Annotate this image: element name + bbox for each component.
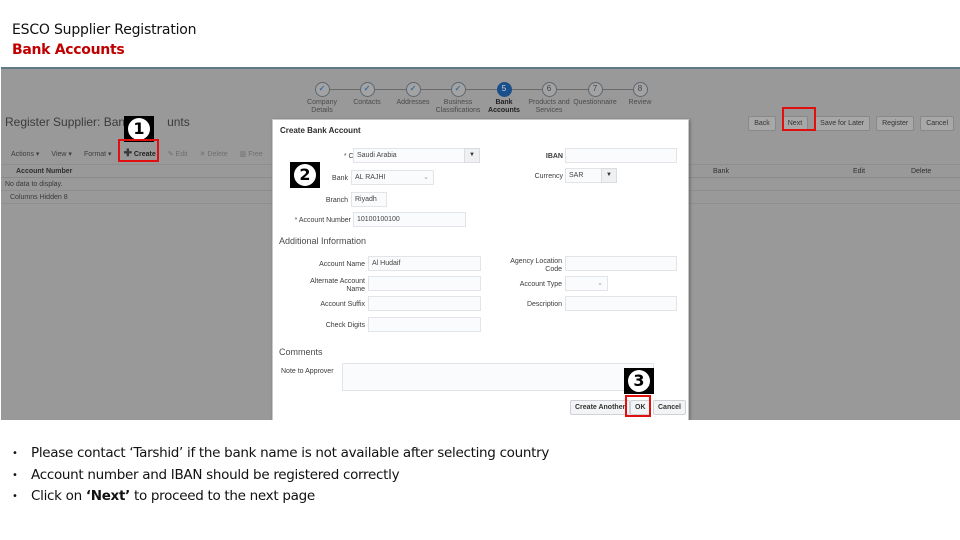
freeze-icon: ▥ — [239, 150, 247, 158]
cancel-button[interactable]: Cancel — [920, 116, 954, 131]
alternate-account-name-input[interactable] — [368, 276, 481, 291]
comments-heading: Comments — [279, 347, 323, 357]
progress-train: ✓ Company Details ✓ Contacts ✓ Addresses… — [301, 75, 661, 117]
step-label: Bank Accounts — [488, 99, 520, 114]
col-bank[interactable]: Bank — [713, 168, 729, 175]
step-label: Questionnaire — [573, 99, 617, 106]
dialog-title: Create Bank Account — [280, 126, 361, 135]
callout-3: 3 — [624, 368, 654, 394]
description-label: Description — [526, 301, 562, 308]
account-number-input[interactable]: 10100100100 — [353, 212, 466, 227]
table-footer-right — [689, 190, 960, 204]
step-number: 6 — [541, 82, 557, 97]
note-item: Account number and IBAN should be regist… — [12, 465, 549, 487]
additional-info-heading: Additional Information — [279, 236, 367, 246]
actions-menu[interactable]: Actions ▾ — [11, 150, 39, 158]
check-icon: ✓ — [359, 82, 375, 97]
branch-label: Branch — [325, 197, 348, 204]
train-step-company-details[interactable]: ✓ Company Details — [297, 82, 347, 115]
edit-button[interactable]: ✎ Edit — [168, 150, 188, 158]
agency-location-code-label: Agency Location Code — [510, 258, 562, 273]
slide-subtitle: Bank Accounts — [12, 42, 125, 58]
no-data-message: No data to display. — [5, 181, 63, 188]
back-button[interactable]: Back — [748, 116, 776, 131]
agency-location-code-input[interactable] — [565, 256, 677, 271]
col-account-number[interactable]: Account Number — [16, 168, 72, 175]
pencil-icon: ✎ — [167, 150, 174, 158]
step-label: Business Classifications — [435, 99, 481, 114]
dialog-cancel-button[interactable]: Cancel — [653, 400, 686, 415]
account-type-select[interactable]: ⌄ — [565, 276, 608, 291]
note-to-approver-textarea[interactable] — [342, 363, 654, 391]
step-label: Review — [628, 99, 652, 106]
next-highlight — [782, 107, 816, 131]
instruction-notes: Please contact ‘Tarshid’ if the bank nam… — [12, 443, 549, 508]
freeze-button[interactable]: ▥ Free — [240, 150, 263, 158]
note-to-approver-label: Note to Approver — [281, 368, 334, 375]
currency-select[interactable]: SAR ▼ — [565, 168, 617, 183]
callout-2: 2 — [290, 162, 320, 188]
step-label: Contacts — [353, 99, 381, 106]
slide-title: ESCO Supplier Registration — [12, 22, 197, 38]
format-menu[interactable]: Format ▾ — [84, 150, 112, 158]
step-number: 5 — [496, 82, 512, 97]
create-another-button[interactable]: Create Another — [570, 400, 631, 415]
iban-input[interactable] — [565, 148, 677, 163]
check-digits-label: Check Digits — [325, 322, 365, 329]
train-step-contacts[interactable]: ✓ Contacts — [342, 82, 392, 107]
account-suffix-label: Account Suffix — [320, 301, 365, 308]
x-icon: ✕ — [199, 150, 206, 158]
train-step-bank-accounts[interactable]: 5 Bank Accounts — [479, 82, 529, 115]
columns-hidden: Columns Hidden 8 — [1, 190, 273, 204]
slide: ESCO Supplier Registration Bank Accounts… — [0, 0, 960, 540]
train-step-questionnaire[interactable]: 7 Questionnaire — [570, 82, 620, 107]
description-input[interactable] — [565, 296, 677, 311]
country-select[interactable]: Saudi Arabia ▼ — [353, 148, 480, 163]
col-edit[interactable]: Edit — [853, 168, 865, 175]
account-number-label: * Account Number — [294, 217, 351, 224]
iban-label: IBAN — [545, 153, 563, 160]
view-menu[interactable]: View ▾ — [51, 150, 72, 158]
chevron-down-icon: ⌄ — [597, 280, 603, 287]
dropdown-arrow-icon[interactable]: ▼ — [601, 168, 617, 183]
note-item: Click on ‘Next’ to proceed to the next p… — [12, 486, 549, 508]
page-actions: Back Next Save for Later Register Cancel — [748, 116, 954, 131]
page-title: Register Supplier: Bank unts — [5, 115, 190, 129]
check-digits-input[interactable] — [368, 317, 481, 332]
register-button[interactable]: Register — [876, 116, 915, 131]
step-number: 7 — [587, 82, 603, 97]
step-label: Addresses — [396, 99, 430, 106]
step-number: 8 — [632, 82, 648, 97]
ok-highlight — [625, 395, 651, 417]
bank-select[interactable]: AL RAJHI ⌄ — [351, 170, 434, 185]
save-for-later-button[interactable]: Save for Later — [814, 116, 871, 131]
train-step-addresses[interactable]: ✓ Addresses — [388, 82, 438, 107]
account-name-input[interactable]: Al Hudaif — [368, 256, 481, 271]
note-item: Please contact ‘Tarshid’ if the bank nam… — [12, 443, 549, 465]
step-label: Company Details — [307, 99, 337, 114]
account-name-label: Account Name — [319, 261, 365, 268]
step-label: Products and Services — [528, 99, 570, 114]
dropdown-arrow-icon[interactable]: ▼ — [464, 148, 480, 163]
account-suffix-input[interactable] — [368, 296, 481, 311]
account-type-label: Account Type — [519, 281, 562, 288]
train-step-business-classifications[interactable]: ✓ Business Classifications — [433, 82, 483, 115]
check-icon: ✓ — [314, 82, 330, 97]
check-icon: ✓ — [450, 82, 466, 97]
train-step-review[interactable]: 8 Review — [615, 82, 665, 107]
delete-button[interactable]: ✕ Delete — [200, 150, 228, 158]
train-step-products-services[interactable]: 6 Products and Services — [524, 82, 574, 115]
create-highlight — [118, 139, 159, 162]
chevron-down-icon: ⌄ — [423, 174, 429, 181]
alternate-account-name-label: Alternate Account Name — [310, 278, 365, 293]
branch-select[interactable]: Riyadh — [351, 192, 387, 207]
currency-label: Currency — [534, 173, 563, 180]
col-delete[interactable]: Delete — [911, 168, 931, 175]
check-icon: ✓ — [405, 82, 421, 97]
